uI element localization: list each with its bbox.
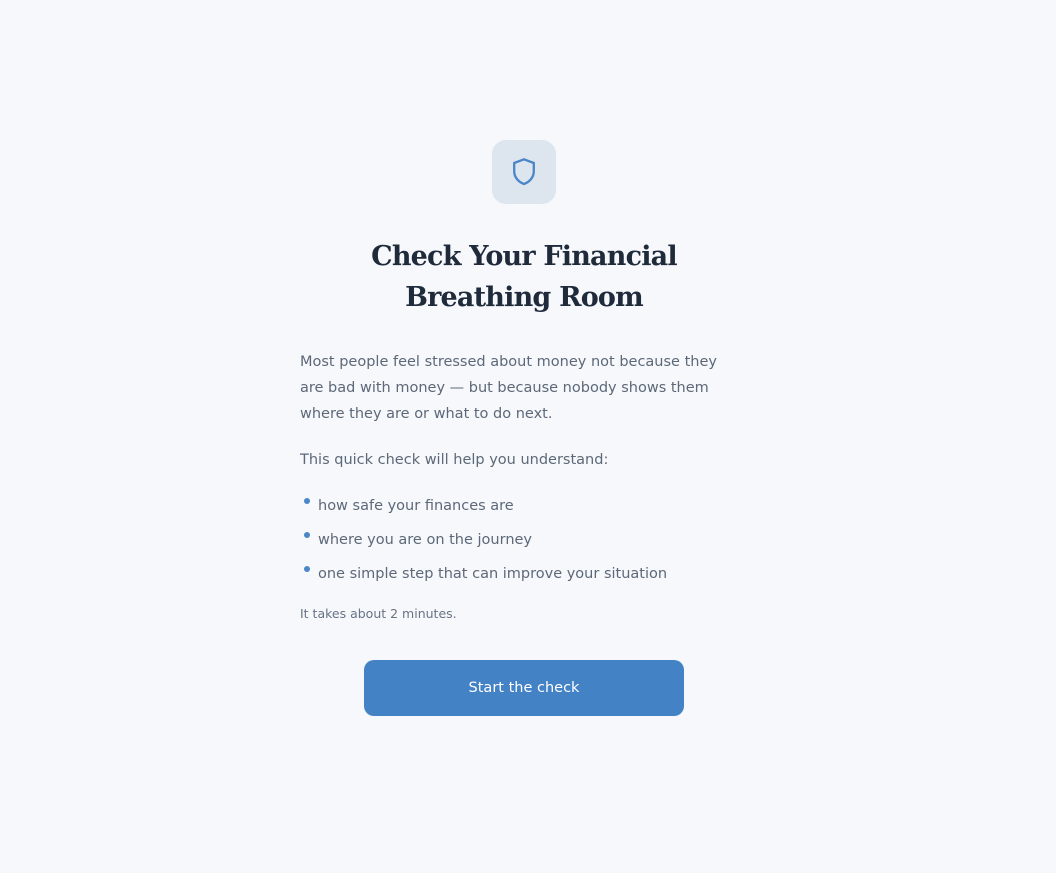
intro-content: Most people feel stressed about money no… [300,349,740,624]
start-check-button[interactable]: Start the check [364,660,684,716]
shield-icon [513,158,535,186]
bullet-dot-icon [304,498,310,504]
list-item-label: how safe your finances are [318,498,514,514]
page-title: Check Your Financial Breathing Room [371,241,677,313]
list-item-label: one simple step that can improve your si… [318,566,668,582]
list-item: where you are on the journey [300,527,740,561]
list-item-label: where you are on the journey [318,532,533,548]
intro-text: This quick check will help you understan… [300,452,609,468]
list-item: how safe your finances are [300,493,740,527]
bullet-dot-icon [304,566,310,572]
description-text: Most people feel stressed about money no… [300,354,717,422]
shield-icon-badge [492,140,556,204]
list-item: one simple step that can improve your si… [300,561,740,595]
benefit-list: how safe your finances are where you are… [300,493,740,595]
duration-note: It takes about 2 minutes. [300,606,457,621]
bullet-dot-icon [304,532,310,538]
